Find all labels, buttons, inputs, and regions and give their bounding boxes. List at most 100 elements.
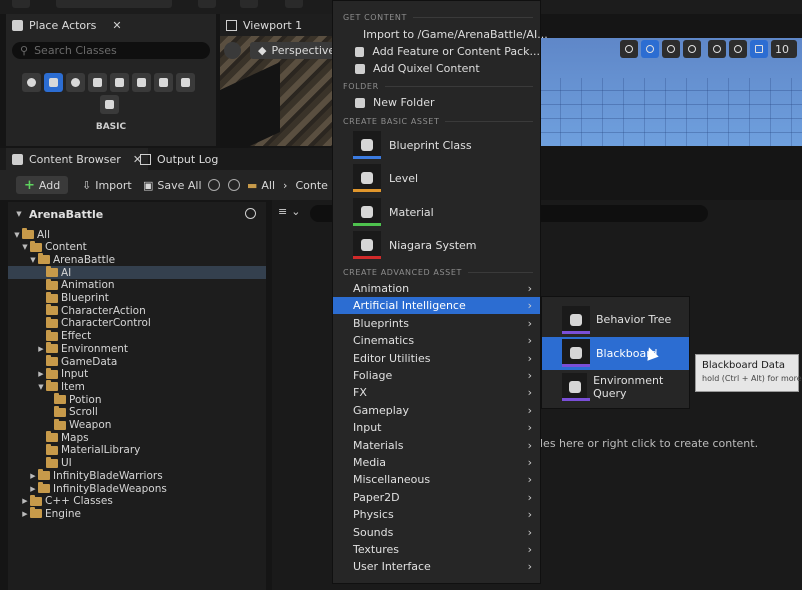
menu-item-category[interactable]: Input ›	[333, 419, 540, 436]
tree-item[interactable]: CharacterControl	[8, 316, 266, 330]
chevron-right-icon[interactable]: ▶	[36, 345, 46, 353]
breadcrumb-all[interactable]: All	[261, 179, 275, 192]
chevron-down-icon[interactable]: ▼	[20, 243, 30, 251]
tree-item[interactable]: ▶ Engine	[8, 507, 266, 520]
menu-item-category[interactable]: User Interface ›	[333, 558, 540, 575]
add-actor-button[interactable]	[198, 0, 216, 8]
tree-item[interactable]: ▶ Input	[8, 367, 266, 381]
menu-item-new-folder[interactable]: New Folder	[333, 94, 540, 111]
menu-item-category[interactable]: Animation ›	[333, 280, 540, 297]
basic-icon[interactable]	[44, 73, 63, 92]
tab-output-log[interactable]: Output Log	[134, 148, 224, 170]
shapes-icon[interactable]	[88, 73, 107, 92]
breadcrumb-content[interactable]: Conte	[295, 179, 327, 192]
tree-item[interactable]: ▶ C++ Classes	[8, 494, 266, 508]
geometry-icon[interactable]	[100, 95, 119, 114]
search-classes-input[interactable]: ⚲ Search Classes	[12, 42, 210, 59]
history-back-button[interactable]	[208, 176, 220, 194]
menu-item-category[interactable]: Physics ›	[333, 506, 540, 523]
tree-item[interactable]: Maps	[8, 431, 266, 444]
chevron-down-icon[interactable]: ▼	[28, 256, 38, 264]
tab-place-actors[interactable]: Place Actors ✕	[6, 14, 128, 36]
save-all-button[interactable]: ▣ Save All	[143, 176, 202, 194]
tab-content-browser[interactable]: Content Browser ✕	[6, 148, 149, 170]
menu-item-category[interactable]: FX ›	[333, 384, 540, 401]
chevron-right-icon[interactable]: ▶	[36, 370, 46, 378]
close-icon[interactable]: ✕	[112, 19, 121, 32]
translate-icon[interactable]	[641, 40, 659, 58]
menu-item-basic-asset[interactable]: Level	[353, 163, 418, 193]
tree-item[interactable]: Weapon	[8, 418, 266, 432]
menu-item-category[interactable]: Editor Utilities ›	[333, 350, 540, 367]
grid-size-value[interactable]: 10	[771, 40, 797, 58]
tree-item[interactable]: ▶ InfinityBladeWeapons	[8, 482, 266, 495]
menu-item-import[interactable]: Import to /Game/ArenaBattle/AI...	[333, 26, 548, 43]
grid-snap-icon[interactable]	[750, 40, 768, 58]
world-space-icon[interactable]	[708, 40, 726, 58]
rotate-icon[interactable]	[662, 40, 680, 58]
menu-item-basic-asset[interactable]: Blueprint Class	[353, 130, 472, 160]
tree-item[interactable]: ▼ Content	[8, 240, 266, 254]
tree-item[interactable]: Scroll	[8, 405, 266, 419]
menu-item-category[interactable]: Media ›	[333, 454, 540, 471]
chevron-down-icon[interactable]: ▼	[36, 383, 46, 391]
menu-item-category[interactable]: Gameplay ›	[333, 402, 540, 419]
tree-item[interactable]: AI	[8, 266, 266, 280]
volumes-icon[interactable]	[154, 73, 173, 92]
menu-item-category[interactable]: Artificial Intelligence ›	[333, 297, 540, 315]
chevron-right-icon[interactable]: ▶	[20, 510, 30, 518]
chevron-right-icon[interactable]: ▶	[28, 485, 38, 493]
selection-mode-button[interactable]	[56, 0, 172, 8]
import-button[interactable]: ⇩ Import	[82, 176, 132, 194]
tree-item[interactable]: Blueprint	[8, 291, 266, 305]
tree-item[interactable]: ▶ Environment	[8, 342, 266, 355]
add-button[interactable]: + Add	[16, 176, 69, 194]
visual-effects-icon[interactable]	[132, 73, 151, 92]
lights-icon[interactable]	[66, 73, 85, 92]
menu-item-category[interactable]: Sounds ›	[333, 524, 540, 541]
menu-item-category[interactable]: Miscellaneous ›	[333, 471, 540, 488]
submenu-item[interactable]: Blackboard	[542, 336, 689, 370]
tree-item[interactable]: Effect	[8, 329, 266, 343]
menu-item-category[interactable]: Cinematics ›	[333, 332, 540, 349]
tree-item[interactable]: UI	[8, 456, 266, 470]
submenu-item[interactable]: Behavior Tree	[542, 303, 689, 336]
tree-item[interactable]: ▶ InfinityBladeWarriors	[8, 469, 266, 482]
tree-item[interactable]: Animation	[8, 278, 266, 292]
cinematics-button[interactable]	[285, 0, 303, 8]
tree-item[interactable]: GameData	[8, 355, 266, 368]
recent-icon[interactable]	[22, 73, 41, 92]
search-icon[interactable]	[245, 208, 256, 219]
menu-item-category[interactable]: Textures ›	[333, 541, 540, 558]
surface-snap-icon[interactable]	[729, 40, 747, 58]
history-forward-button[interactable]	[228, 176, 240, 194]
scale-icon[interactable]	[683, 40, 701, 58]
cinematic-icon[interactable]	[110, 73, 129, 92]
perspective-button[interactable]: ◆ Perspective	[250, 42, 344, 59]
menu-item-add-feature[interactable]: Add Feature or Content Pack...	[333, 43, 540, 60]
menu-button[interactable]	[12, 0, 30, 8]
menu-item-basic-asset[interactable]: Material	[353, 197, 434, 227]
blueprint-button[interactable]	[240, 0, 258, 8]
tree-header[interactable]: ▼ ArenaBattle	[8, 202, 266, 226]
submenu-item[interactable]: Environment Query	[542, 370, 689, 403]
tab-viewport[interactable]: Viewport 1	[220, 14, 308, 36]
tree-item[interactable]: CharacterAction	[8, 304, 266, 317]
menu-item-category[interactable]: Materials ›	[333, 437, 540, 454]
tree-item[interactable]: ▼ ArenaBattle	[8, 253, 266, 266]
tree-item[interactable]: ▼ All	[8, 228, 266, 241]
chevron-right-icon[interactable]: ▶	[20, 497, 30, 505]
menu-item-category[interactable]: Foliage ›	[333, 367, 540, 384]
tree-item[interactable]: ▼ Item	[8, 380, 266, 393]
menu-item-add-quixel[interactable]: Add Quixel Content	[333, 60, 540, 77]
menu-item-basic-asset[interactable]: Niagara System	[353, 230, 477, 260]
all-classes-icon[interactable]	[176, 73, 195, 92]
filter-button[interactable]: ≡ ⌄	[278, 205, 300, 218]
chevron-down-icon[interactable]: ▼	[12, 231, 22, 239]
tree-item[interactable]: Potion	[8, 393, 266, 406]
select-mode-icon[interactable]	[620, 40, 638, 58]
menu-item-category[interactable]: Paper2D ›	[333, 489, 540, 506]
chevron-right-icon[interactable]: ▶	[28, 472, 38, 480]
tree-item[interactable]: MaterialLibrary	[8, 443, 266, 457]
menu-item-category[interactable]: Blueprints ›	[333, 315, 540, 332]
